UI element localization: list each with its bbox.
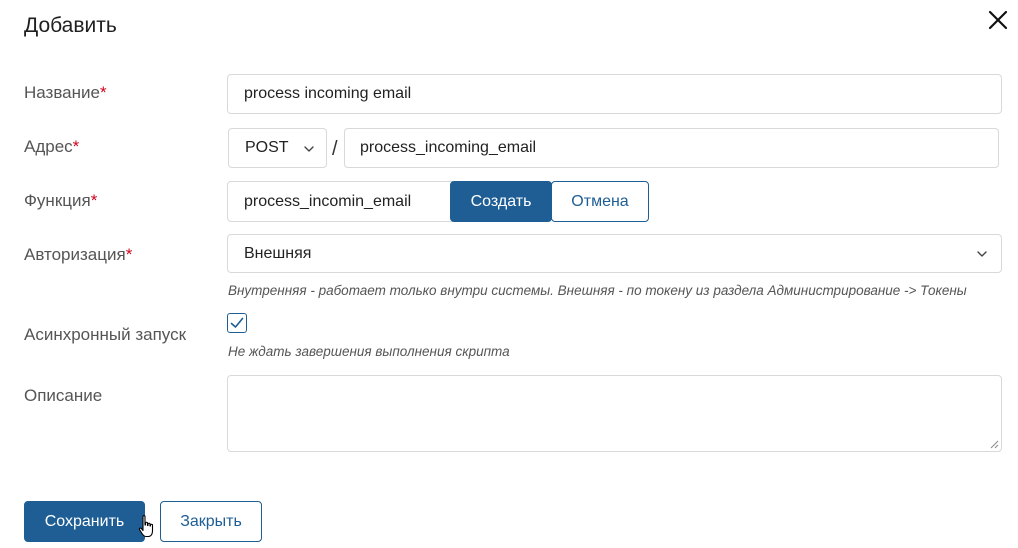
close-icon[interactable] (984, 6, 1012, 34)
chevron-down-icon (304, 146, 314, 152)
chevron-down-icon (977, 251, 987, 257)
checkmark-icon (230, 317, 244, 328)
function-input-value: process_incomin_email (244, 192, 412, 210)
resize-handle-icon[interactable] (990, 440, 999, 449)
required-mark: * (125, 245, 133, 264)
required-mark: * (72, 137, 80, 156)
required-mark: * (90, 191, 98, 210)
authorization-select[interactable]: Внешняя (227, 234, 1002, 273)
function-input[interactable]: process_incomin_email (227, 181, 455, 222)
name-input-value: process incoming email (244, 85, 412, 102)
name-input[interactable]: process incoming email (227, 74, 1002, 114)
add-dialog: Добавить Название* process incoming emai… (0, 0, 1018, 548)
cancel-function-button[interactable]: Отмена (551, 181, 649, 222)
close-button[interactable]: Закрыть (160, 501, 262, 542)
async-checkbox[interactable] (227, 313, 247, 333)
method-select-value: POST (245, 139, 289, 156)
create-function-button[interactable]: Создать (450, 181, 552, 222)
address-label: Адрес* (24, 137, 80, 156)
description-textarea[interactable] (227, 375, 1002, 452)
hand-pointer-icon (138, 515, 154, 538)
save-button[interactable]: Сохранить (24, 501, 145, 542)
dialog-title: Добавить (24, 14, 117, 37)
async-hint: Не ждать завершения выполнения скрипта (228, 344, 510, 359)
authorization-hint: Внутренняя - работает только внутри сист… (228, 283, 967, 298)
path-input[interactable]: process_incoming_email (344, 128, 999, 168)
name-label: Название* (24, 83, 107, 102)
function-label: Функция* (24, 191, 98, 210)
required-mark: * (99, 83, 107, 102)
address-separator: / (332, 138, 338, 160)
path-input-value: process_incoming_email (360, 139, 537, 156)
authorization-select-value: Внешняя (244, 244, 312, 262)
method-select[interactable]: POST (228, 128, 327, 168)
description-label: Описание (24, 386, 103, 405)
authorization-label: Авторизация* (24, 245, 133, 264)
async-label: Асинхронный запуск (24, 325, 187, 344)
